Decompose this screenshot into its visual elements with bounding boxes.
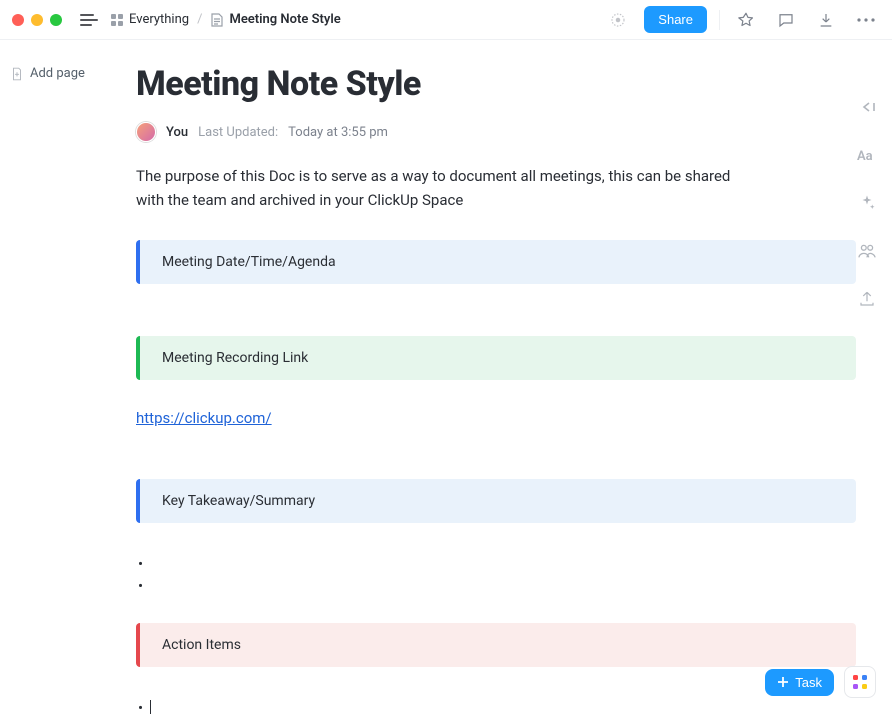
- bottom-floaters: Task: [765, 666, 876, 698]
- doc-meta-row: You Last Updated: Today at 3:55 pm: [136, 122, 856, 142]
- favorite-icon[interactable]: [732, 6, 760, 34]
- doc-icon: [210, 13, 224, 27]
- ai-sparkle-icon[interactable]: [854, 190, 880, 216]
- export-icon[interactable]: [854, 286, 880, 312]
- list-item[interactable]: [150, 573, 856, 595]
- new-task-button[interactable]: Task: [765, 669, 834, 696]
- divider: [719, 10, 720, 30]
- sidebar-toggle-icon[interactable]: [78, 10, 100, 30]
- privacy-icon[interactable]: [604, 6, 632, 34]
- banner-label: Action Items: [162, 637, 241, 653]
- last-updated-label: Last Updated:: [198, 125, 278, 140]
- comments-icon[interactable]: [772, 6, 800, 34]
- document-scroll-area[interactable]: Meeting Note Style You Last Updated: Tod…: [100, 40, 892, 714]
- banner-label: Meeting Recording Link: [162, 350, 308, 366]
- banner-key-takeaway[interactable]: Key Takeaway/Summary: [136, 479, 856, 523]
- collaborators-icon[interactable]: [854, 238, 880, 264]
- recording-link[interactable]: https://clickup.com/: [136, 409, 272, 427]
- text-caret: [150, 700, 151, 714]
- last-updated-value: Today at 3:55 pm: [288, 125, 388, 140]
- minimize-window-icon[interactable]: [31, 14, 43, 26]
- author-name: You: [166, 125, 188, 140]
- breadcrumb-label: Meeting Note Style: [229, 12, 340, 27]
- page-title[interactable]: Meeting Note Style: [136, 64, 856, 104]
- body: Add page Meeting Note Style You Last Upd…: [0, 40, 892, 714]
- add-page-label: Add page: [30, 66, 85, 81]
- breadcrumb-everything[interactable]: Everything: [110, 12, 189, 27]
- more-icon[interactable]: [852, 6, 880, 34]
- banner-action-items[interactable]: Action Items: [136, 623, 856, 667]
- close-window-icon[interactable]: [12, 14, 24, 26]
- breadcrumb-current-doc[interactable]: Meeting Note Style: [210, 12, 340, 27]
- left-sidebar: Add page: [0, 40, 100, 714]
- banner-label: Meeting Date/Time/Agenda: [162, 254, 336, 270]
- svg-text:Aa: Aa: [857, 149, 873, 163]
- collapse-panel-icon[interactable]: [854, 94, 880, 120]
- list-item[interactable]: [150, 551, 856, 573]
- font-style-icon[interactable]: Aa: [854, 142, 880, 168]
- summary-list[interactable]: [136, 551, 856, 595]
- breadcrumb-separator: /: [197, 12, 202, 27]
- download-icon[interactable]: [812, 6, 840, 34]
- grid-icon: [110, 13, 124, 27]
- right-tool-rail: Aa: [854, 94, 880, 312]
- apps-button[interactable]: [844, 666, 876, 698]
- author-avatar[interactable]: [136, 122, 156, 142]
- banner-label: Key Takeaway/Summary: [162, 493, 315, 509]
- fullscreen-window-icon[interactable]: [50, 14, 62, 26]
- add-page-icon: [10, 67, 24, 81]
- list-item[interactable]: [150, 695, 856, 714]
- top-actions: Share: [604, 6, 880, 34]
- breadcrumb-label: Everything: [129, 12, 189, 27]
- add-page-button[interactable]: Add page: [10, 66, 90, 81]
- task-button-label: Task: [795, 675, 822, 690]
- window-traffic-lights: [12, 14, 62, 26]
- share-button[interactable]: Share: [644, 6, 707, 33]
- apps-grid-icon: [853, 675, 867, 689]
- breadcrumb: Everything / Meeting Note Style: [110, 12, 341, 27]
- banner-recording-link[interactable]: Meeting Recording Link: [136, 336, 856, 380]
- topbar: Everything / Meeting Note Style Share: [0, 0, 892, 40]
- action-items-list[interactable]: [136, 695, 856, 714]
- document-page: Meeting Note Style You Last Updated: Tod…: [116, 40, 876, 714]
- doc-purpose-paragraph[interactable]: The purpose of this Doc is to serve as a…: [136, 164, 756, 212]
- plus-icon: [777, 676, 789, 688]
- banner-meeting-date[interactable]: Meeting Date/Time/Agenda: [136, 240, 856, 284]
